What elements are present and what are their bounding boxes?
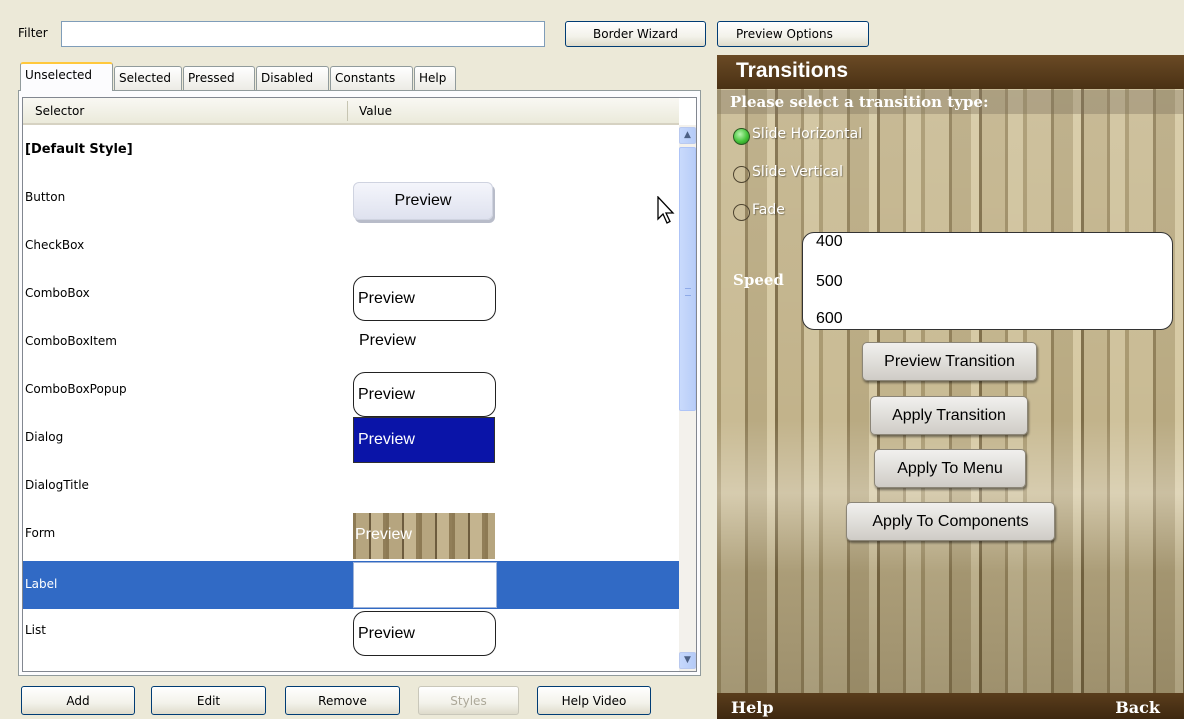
row-selector: DialogTitle bbox=[25, 478, 89, 492]
row-selector: Label bbox=[25, 577, 58, 591]
table-row[interactable]: Dialog Preview bbox=[23, 414, 679, 463]
tab-help[interactable]: Help bbox=[414, 66, 456, 90]
apply-transition-button[interactable]: Apply Transition bbox=[870, 396, 1028, 435]
tab-constants[interactable]: Constants bbox=[330, 66, 413, 90]
table-row[interactable]: Button Preview bbox=[23, 174, 679, 222]
column-header-value[interactable]: Value bbox=[359, 104, 392, 118]
transition-prompt: Please select a transition type: bbox=[717, 90, 1184, 114]
table-header: Selector Value bbox=[23, 98, 679, 125]
radio-unselected-icon bbox=[733, 166, 750, 183]
table-row[interactable]: [Default Style] bbox=[23, 126, 679, 174]
help-video-button[interactable]: Help Video bbox=[537, 686, 651, 715]
tab-disabled[interactable]: Disabled bbox=[256, 66, 329, 90]
phone-preview: Transitions Please select a transition t… bbox=[717, 55, 1184, 719]
radio-selected-icon bbox=[733, 128, 750, 145]
border-wizard-button[interactable]: Border Wizard bbox=[565, 21, 706, 47]
filter-label: Filter bbox=[18, 26, 48, 40]
tab-unselected[interactable]: Unselected bbox=[20, 62, 113, 91]
button-preview: Preview bbox=[353, 182, 493, 220]
filter-input[interactable] bbox=[61, 21, 545, 47]
form-preview: Preview bbox=[353, 513, 495, 559]
combobox-preview: Preview bbox=[353, 276, 496, 321]
speed-option[interactable]: 600 bbox=[816, 310, 843, 328]
table-row[interactable]: Form Preview bbox=[23, 510, 679, 559]
dialog-preview: Preview bbox=[353, 417, 495, 463]
form-title: Transitions bbox=[717, 55, 1184, 89]
softkey-bar: Help Back bbox=[717, 693, 1184, 719]
styles-button[interactable]: Styles bbox=[418, 686, 519, 715]
row-selector: ComboBoxPopup bbox=[25, 382, 127, 396]
scroll-down-icon[interactable]: ▼ bbox=[679, 652, 696, 669]
add-button[interactable]: Add bbox=[21, 686, 135, 715]
row-selector: ComboBoxItem bbox=[25, 334, 117, 348]
row-selector: [Default Style] bbox=[25, 142, 133, 157]
row-selector: Button bbox=[25, 190, 66, 204]
apply-to-components-button[interactable]: Apply To Components bbox=[846, 502, 1055, 541]
table-row[interactable]: ComboBoxItem Preview bbox=[23, 318, 679, 366]
tab-selected[interactable]: Selected bbox=[114, 66, 182, 90]
table-row[interactable]: DialogTitle bbox=[23, 462, 679, 510]
remove-button[interactable]: Remove bbox=[285, 686, 400, 715]
speed-spinner[interactable]: 400 500 600 bbox=[802, 232, 1173, 330]
column-header-selector[interactable]: Selector bbox=[35, 104, 84, 118]
speed-option[interactable]: 400 bbox=[816, 233, 843, 251]
apply-to-menu-button[interactable]: Apply To Menu bbox=[874, 449, 1026, 488]
row-selector: ComboBox bbox=[25, 286, 90, 300]
mouse-cursor-icon bbox=[657, 196, 675, 224]
tab-pressed[interactable]: Pressed bbox=[183, 66, 255, 90]
style-table: Selector Value [Default Style] Button Pr… bbox=[22, 97, 697, 672]
preview-transition-button[interactable]: Preview Transition bbox=[862, 342, 1037, 381]
comboboxitem-preview: Preview bbox=[359, 332, 416, 349]
preview-options-button[interactable]: Preview Options bbox=[717, 21, 869, 47]
row-selector: Form bbox=[25, 526, 56, 540]
row-selector: CheckBox bbox=[25, 238, 85, 252]
grip-icon bbox=[685, 288, 691, 296]
softkey-back[interactable]: Back bbox=[1115, 698, 1160, 717]
edit-button[interactable]: Edit bbox=[151, 686, 266, 715]
column-separator[interactable] bbox=[347, 101, 348, 121]
speed-label: Speed bbox=[733, 271, 784, 289]
scrollbar-thumb[interactable] bbox=[679, 147, 696, 411]
row-selector: Dialog bbox=[25, 430, 64, 444]
table-row[interactable]: List Preview bbox=[23, 607, 679, 656]
row-selector: List bbox=[25, 623, 46, 637]
softkey-help[interactable]: Help bbox=[731, 698, 774, 717]
scroll-up-icon[interactable]: ▲ bbox=[679, 127, 696, 144]
table-row[interactable]: CheckBox bbox=[23, 222, 679, 270]
label-preview bbox=[353, 562, 497, 608]
radio-unselected-icon bbox=[733, 204, 750, 221]
table-row-selected[interactable]: Label bbox=[23, 561, 679, 609]
speed-option[interactable]: 500 bbox=[816, 273, 843, 291]
table-row[interactable]: ComboBoxPopup Preview bbox=[23, 366, 679, 417]
comboboxpopup-preview: Preview bbox=[353, 372, 496, 417]
vertical-scrollbar[interactable]: ▲ ▼ bbox=[679, 125, 696, 671]
list-preview: Preview bbox=[353, 611, 496, 656]
table-row[interactable]: ComboBox Preview bbox=[23, 270, 679, 321]
